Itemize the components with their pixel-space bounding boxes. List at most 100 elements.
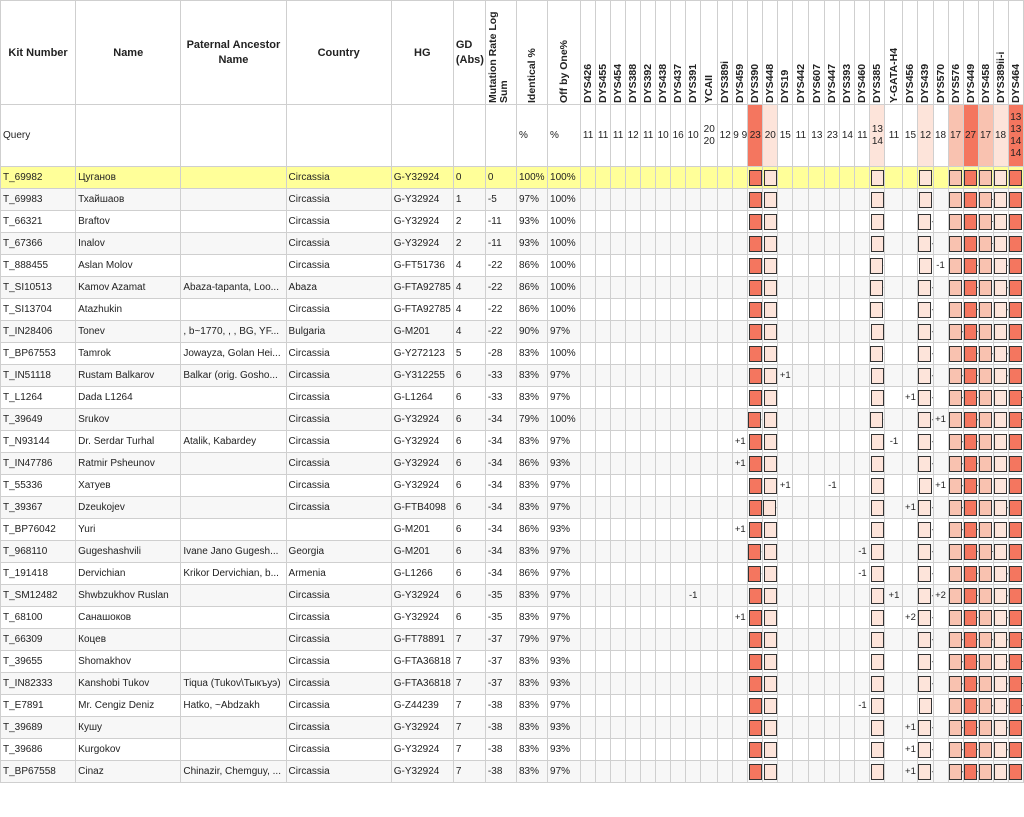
marker-cell	[762, 694, 779, 717]
marker-cell	[962, 210, 979, 233]
col-marker-dys385[interactable]: DYS385	[869, 0, 886, 105]
table-row[interactable]: T_SI10513 Kamov Azamat Abaza-tapanta, Loo.…	[0, 276, 1024, 299]
col-mutation-rate[interactable]: Mutation Rate Log Sum	[484, 0, 517, 105]
col-paternal-ancestor[interactable]: Paternal Ancestor Name	[180, 0, 287, 105]
table-row[interactable]: T_SI13704 Atazhukin Circassia G-FTA92785 4 -2…	[0, 298, 1024, 321]
ancestor-cell	[180, 716, 287, 739]
col-marker-dys455[interactable]: DYS455	[595, 0, 612, 105]
col-gd-abs[interactable]: GD (Abs)	[452, 0, 486, 105]
marker-label: DYS607	[810, 63, 823, 103]
col-off-by-one-pct[interactable]: Off by One%	[547, 0, 582, 105]
marker-cell	[640, 606, 657, 629]
col-marker-dys447[interactable]: DYS447	[824, 0, 841, 105]
table-row[interactable]: T_55336 Хатуев Circassia G-Y32924 6 -34 83% 97%…	[0, 474, 1024, 497]
table-row[interactable]: T_39649 Srukov Circassia G-Y32924 6 -34 79% 100…	[0, 408, 1024, 431]
table-row[interactable]: T_39686 Kurgokov Circassia G-Y32924 7 -38 83% 9…	[0, 738, 1024, 761]
col-marker-dys438[interactable]: DYS438	[655, 0, 672, 105]
col-marker-ycaii[interactable]: YCAII	[700, 0, 719, 105]
marker-box	[1009, 763, 1023, 780]
col-marker-dys454[interactable]: DYS454	[610, 0, 627, 105]
col-marker-dys464[interactable]: DYS464	[1007, 0, 1024, 105]
col-marker-y-gata-h4[interactable]: Y-GATA-H4	[884, 0, 904, 105]
table-row[interactable]: T_66309 Коцев Circassia G-FT78891 7 -37 79% 97%…	[0, 628, 1024, 651]
col-marker-dys570[interactable]: DYS570	[932, 0, 949, 105]
col-marker-dys439[interactable]: DYS439	[917, 0, 934, 105]
table-row[interactable]: T_39655 Shomakhov Circassia G-FTA36818 7 -37 8…	[0, 650, 1024, 673]
col-marker-dys391[interactable]: DYS391	[685, 0, 702, 105]
table-row[interactable]: T_L1264 Dada L1264 Circassia G-L1264 6 -33 83%…	[0, 386, 1024, 409]
table-row[interactable]: T_968110 Gugeshashvili Ivane Jano Gugesh..…	[0, 540, 1024, 563]
marker-box	[918, 587, 932, 604]
marker-cell	[580, 650, 597, 673]
col-name[interactable]: Name	[75, 0, 182, 105]
table-row[interactable]: T_69982 Цуганов Circassia G-Y32924 0 0 100% 100…	[0, 166, 1024, 189]
marker-cell	[947, 210, 964, 233]
col-marker-dys19[interactable]: DYS19	[777, 0, 794, 105]
col-marker-dys460[interactable]: DYS460	[854, 0, 871, 105]
table-row[interactable]: T_67366 Inalov Circassia G-Y32924 2 -11 93% 100…	[0, 232, 1024, 255]
name-cell: Цуганов	[75, 166, 182, 189]
marker-cell	[884, 650, 904, 673]
col-marker-dys388[interactable]: DYS388	[625, 0, 642, 105]
marker-cell	[977, 760, 994, 783]
col-marker-dys449[interactable]: DYS449	[962, 0, 979, 105]
col-kit-number[interactable]: Kit Number	[0, 0, 77, 105]
marker-cell	[747, 210, 764, 233]
marker-cell	[685, 188, 702, 211]
table-row[interactable]: T_IN51118 Rustam Balkarov Balkar (orig. Go…	[0, 364, 1024, 387]
marker-cell	[1007, 606, 1024, 629]
marker-cell	[610, 584, 627, 607]
table-row[interactable]: T_39689 Кушу Circassia G-Y32924 7 -38 83% 93% +1…	[0, 716, 1024, 739]
table-row[interactable]: T_E7891 Mr. Cengiz Deniz Hatko, ~Abdzakh Ci…	[0, 694, 1024, 717]
marker-cell	[777, 738, 794, 761]
col-marker-dys456[interactable]: DYS456	[902, 0, 919, 105]
col-marker-dys442[interactable]: DYS442	[792, 0, 810, 105]
col-marker-dys389ii-i[interactable]: DYS389ii-i	[992, 0, 1009, 105]
col-hg[interactable]: HG	[390, 0, 454, 105]
marker-cell	[839, 320, 856, 343]
marker-box	[748, 323, 762, 340]
table-row[interactable]: T_39367 Dzeukojev Circassia G-FTB4098 6 -34 83…	[0, 496, 1024, 519]
col-marker-dys437[interactable]: DYS437	[670, 0, 687, 105]
col-marker-dys448[interactable]: DYS448	[762, 0, 779, 105]
marker-cell	[732, 254, 749, 277]
marker-cell	[595, 342, 612, 365]
col-marker-dys393[interactable]: DYS393	[839, 0, 856, 105]
marker-cell	[839, 232, 856, 255]
marker-cell	[732, 320, 749, 343]
table-row[interactable]: T_66321 Braftov Circassia G-Y32924 2 -11 93% 10…	[0, 210, 1024, 233]
marker-cell	[685, 320, 702, 343]
col-marker-dys458[interactable]: DYS458	[977, 0, 994, 105]
table-row[interactable]: T_BP67553 Tamrok Jowayza, Golan Hei... Circ…	[0, 342, 1024, 365]
marker-cell: -2	[947, 496, 964, 519]
table-row[interactable]: T_SM12482 Shwbzukhov Ruslan Circassia G-Y32…	[0, 584, 1024, 607]
table-row[interactable]: T_191418 Dervichian Krikor Dervichian, b..…	[0, 562, 1024, 585]
col-marker-dys607[interactable]: DYS607	[808, 0, 826, 105]
marker-box	[1009, 191, 1023, 208]
kit-cell: T_BP76042	[0, 518, 77, 541]
marker-cell	[869, 386, 886, 409]
kit-cell: T_39649	[0, 408, 77, 431]
marker-box	[763, 235, 777, 252]
table-row[interactable]: T_IN82333 Kanshobi Tukov Tiqua (Tukov\Тыкъ…	[0, 672, 1024, 695]
col-marker-dys426[interactable]: DYS426	[580, 0, 597, 105]
table-row[interactable]: T_BP76042YuriG-M2016-3486%93%+1-2-1+2	[0, 518, 1024, 541]
table-row[interactable]: T_IN47786 Ratmir Psheunov Circassia G-Y3292…	[0, 452, 1024, 475]
marker-cell	[932, 650, 949, 673]
col-marker-dys390[interactable]: DYS390	[747, 0, 764, 105]
col-marker-dys392[interactable]: DYS392	[640, 0, 657, 105]
marker-cell: +1	[962, 584, 979, 607]
col-marker-dys576[interactable]: DYS576	[947, 0, 964, 105]
table-row[interactable]: T_69983 Тхайшаов Circassia G-Y32924 1 -5 97% 10…	[0, 188, 1024, 211]
col-country[interactable]: Country	[285, 0, 392, 105]
col-marker-dys459[interactable]: DYS459	[732, 0, 749, 105]
ancestor-cell: Tiqua (Tukov\Тыкъуэ)	[180, 672, 287, 695]
table-row[interactable]: T_68100 Санашоков Circassia G-Y32924 6 -35 83%…	[0, 606, 1024, 629]
col-marker-dys389i[interactable]: DYS389i	[717, 0, 734, 105]
table-row[interactable]: T_BP67558 Cinaz Chinazir, Chemguy, ... Circ…	[0, 760, 1024, 783]
table-row[interactable]: T_888455 Aslan Molov Circassia G-FT51736 4 -2…	[0, 254, 1024, 277]
marker-box	[870, 631, 884, 648]
table-row[interactable]: T_N93144 Dr. Serdar Turhal Atalik, Kabarde…	[0, 430, 1024, 453]
table-row[interactable]: T_IN28406 Tonev, b~1770, , , BG, YF... Bul…	[0, 320, 1024, 343]
col-identical-pct[interactable]: Identical %	[515, 0, 549, 105]
